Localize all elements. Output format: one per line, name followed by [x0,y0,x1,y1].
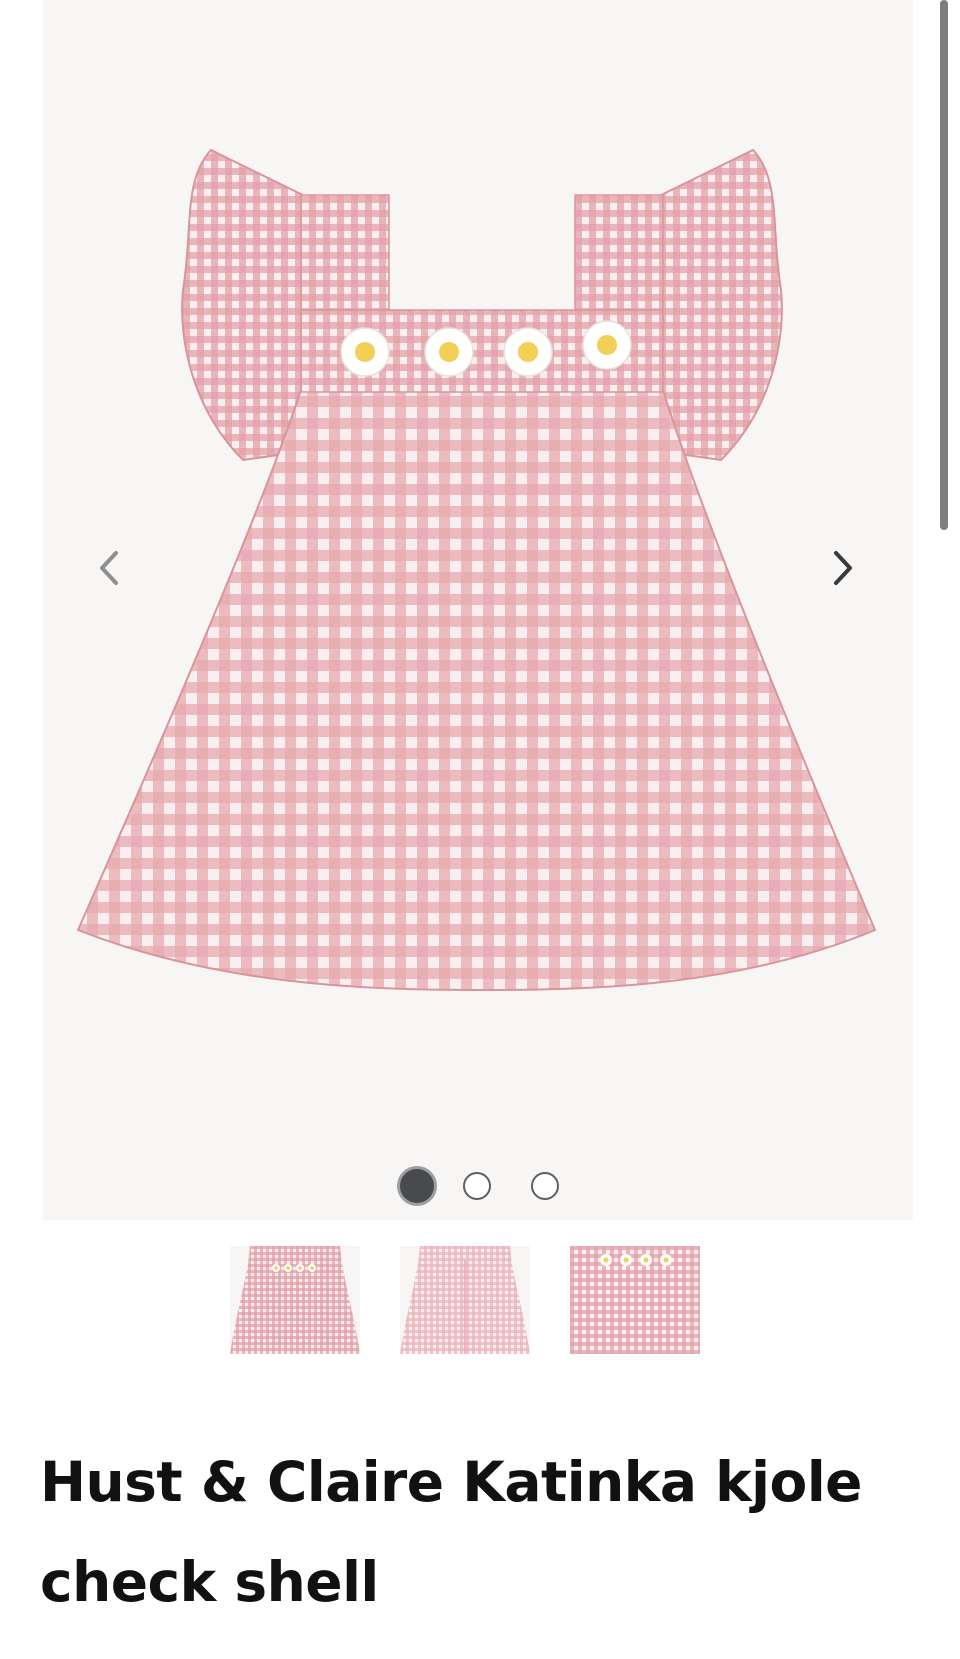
thumbnail-back[interactable] [400,1246,530,1354]
product-main-image[interactable] [43,0,913,1220]
product-gallery [43,0,913,1220]
carousel-dot-2[interactable] [463,1172,491,1200]
chevron-left-icon [100,551,118,585]
carousel-dot-1[interactable] [397,1166,437,1206]
scrollbar[interactable] [940,0,948,530]
previous-image-button[interactable] [87,540,131,596]
thumbnail-detail[interactable] [570,1246,700,1354]
carousel-pagination [43,1166,913,1206]
chevron-right-icon [834,551,852,585]
thumbnail-front[interactable] [230,1246,360,1354]
carousel-dot-3[interactable] [531,1172,559,1200]
thumbnail-strip [230,1246,702,1354]
product-title: Hust & Claire Katinka kjole check shell [40,1450,862,1614]
next-image-button[interactable] [821,540,865,596]
